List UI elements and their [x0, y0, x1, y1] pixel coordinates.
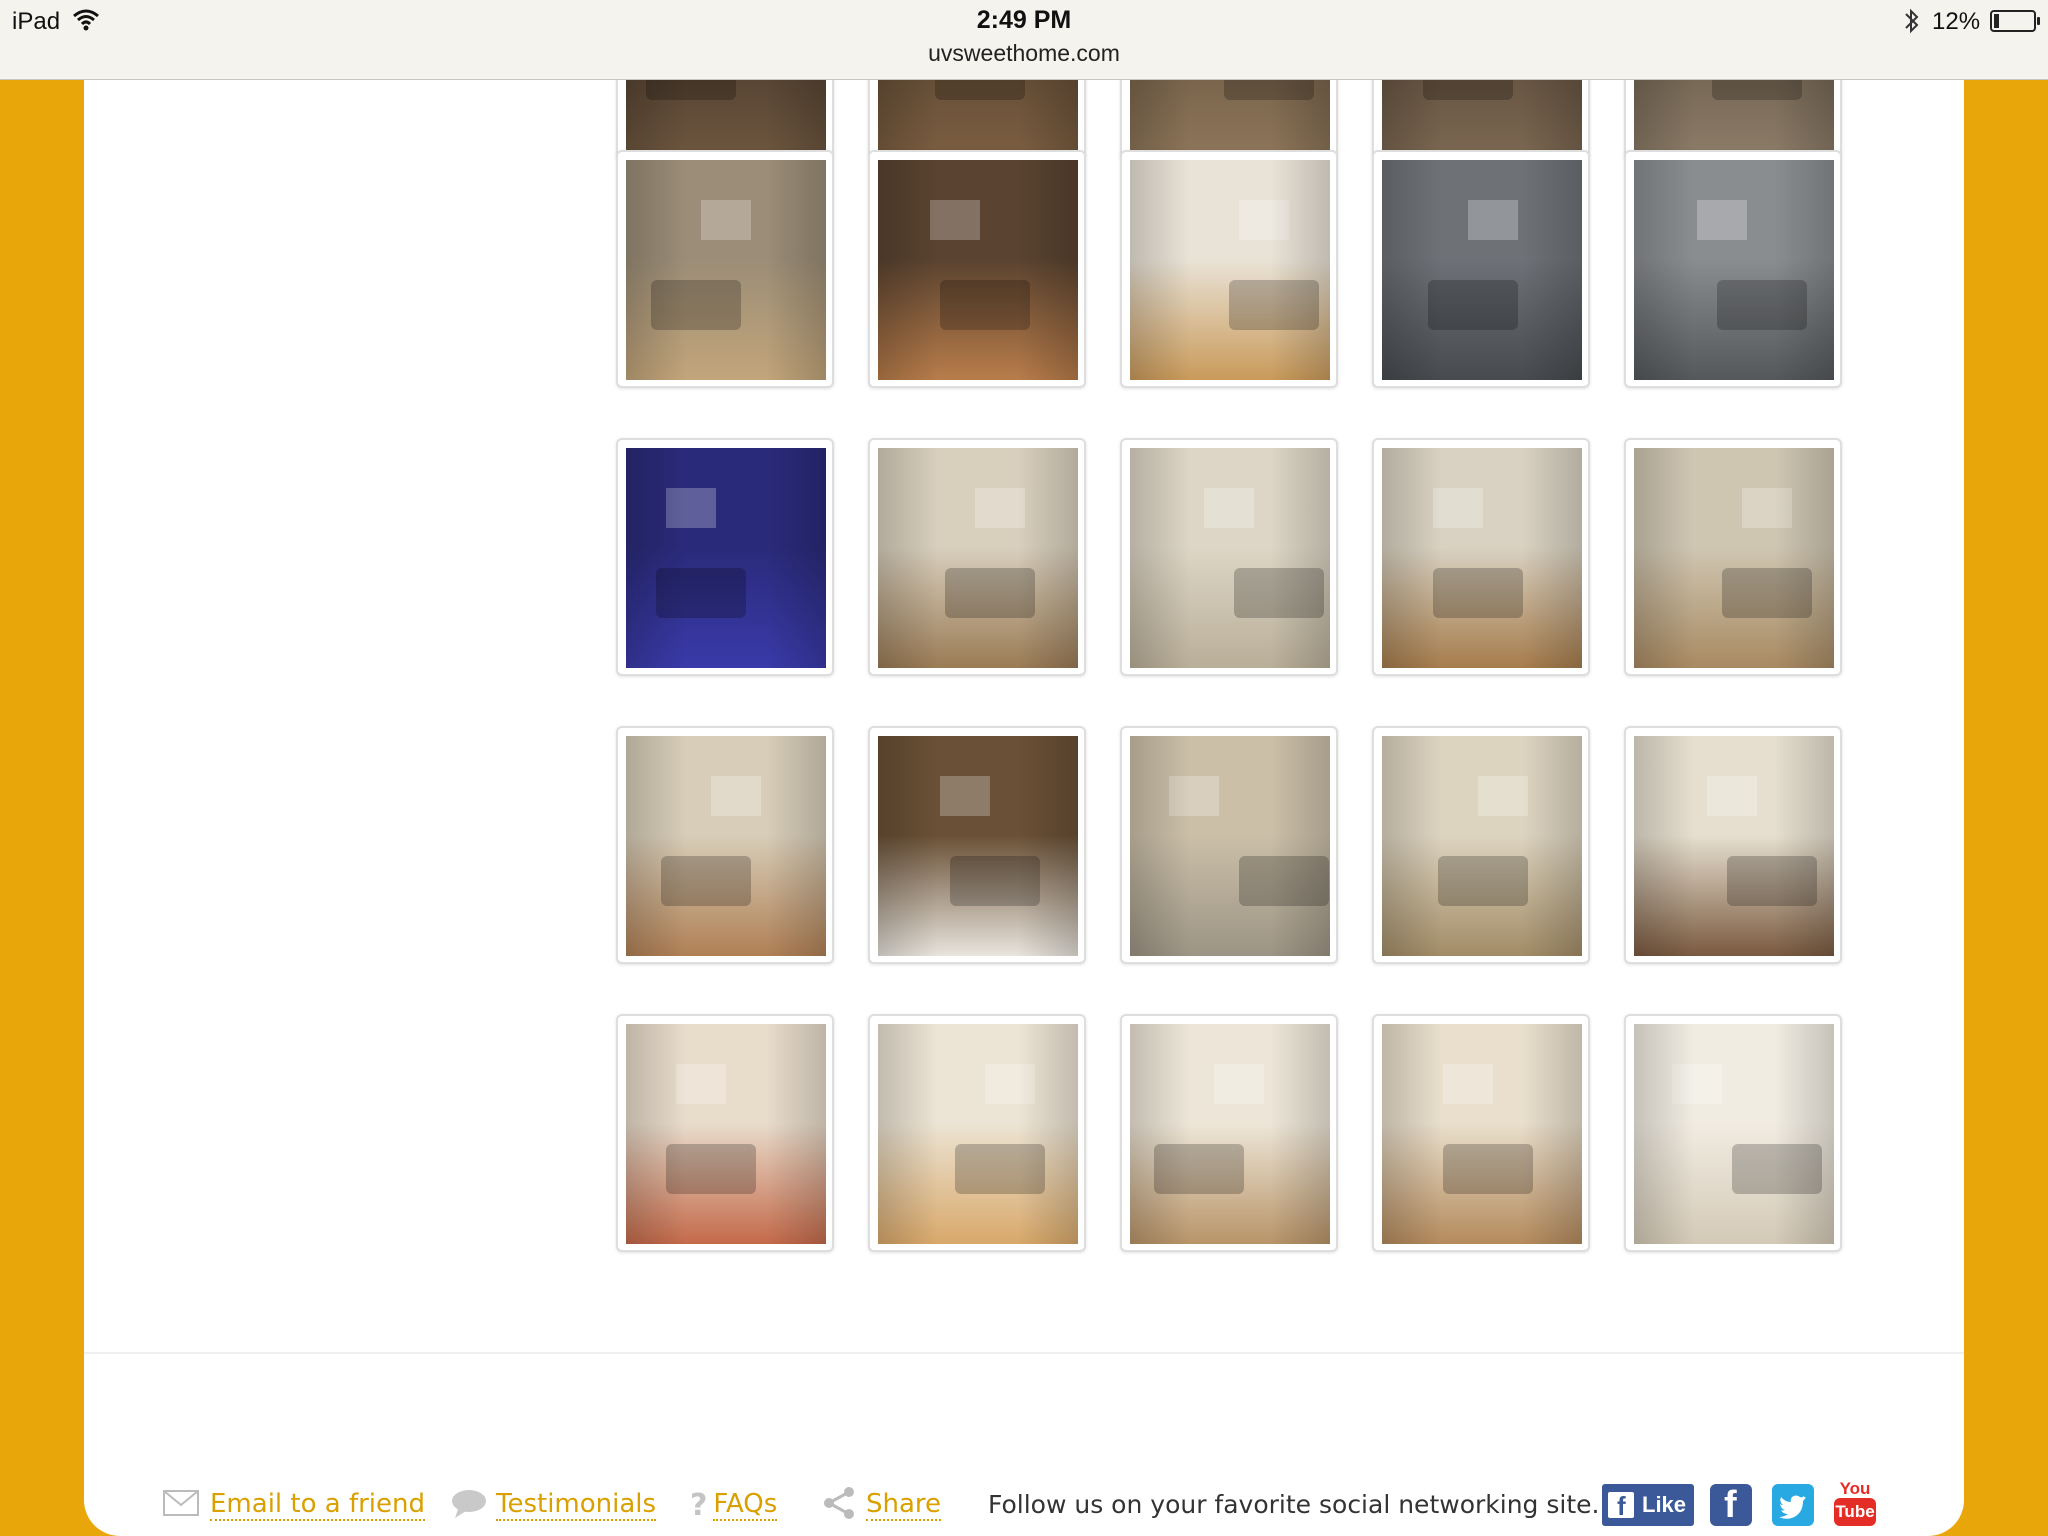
gallery-photo [1634, 736, 1834, 956]
gallery-thumbnail-bedroom-1[interactable] [1120, 1014, 1338, 1252]
gallery-thumbnail-bedroom-3[interactable] [1624, 1014, 1842, 1252]
gallery-photo [1382, 448, 1582, 668]
footer-bar: Email to a friend Testimonials ? FAQs Sh… [84, 1480, 1964, 1536]
facebook-like-button[interactable]: f Like [1602, 1484, 1694, 1526]
gallery-thumbnail-bathroom-1[interactable] [616, 1014, 834, 1252]
youtube-you-text: You [1839, 1479, 1871, 1498]
envelope-icon [162, 1488, 200, 1522]
gallery-thumbnail-apartment-living-room-4[interactable] [1624, 726, 1842, 964]
gallery-thumbnail-bathroom-2[interactable] [868, 1014, 1086, 1252]
speech-bubble-icon [450, 1487, 488, 1523]
gallery-thumbnail-theater-room[interactable] [868, 150, 1086, 388]
gallery-photo [626, 736, 826, 956]
gallery-photo [1382, 1024, 1582, 1244]
share-label: Share [866, 1489, 942, 1521]
gallery-thumbnail-apartment-living-room-3[interactable] [1372, 726, 1590, 964]
gallery-photo [1382, 160, 1582, 380]
gallery-thumbnail-fitness-center-2[interactable] [1624, 150, 1842, 388]
gallery-photo [878, 448, 1078, 668]
gallery-thumbnail-tanning-bed[interactable] [616, 438, 834, 676]
gallery-photo [626, 1024, 826, 1244]
gallery-thumbnail-apartment-kitchen-2[interactable] [616, 726, 834, 964]
gallery-photo [878, 1024, 1078, 1244]
footer-divider [84, 1352, 1964, 1354]
email-to-friend-label: Email to a friend [210, 1489, 426, 1521]
faqs-label: FAQs [713, 1489, 778, 1521]
like-label: Like [1642, 1492, 1687, 1517]
facebook-icon[interactable]: f [1710, 1484, 1752, 1526]
facebook-f-icon: f [1608, 1491, 1634, 1521]
faqs-link[interactable]: ? FAQs [690, 1480, 778, 1530]
gallery-thumbnail-apartment-living-kitchen-2[interactable] [1624, 438, 1842, 676]
share-icon [822, 1486, 856, 1524]
gallery-photo [1634, 1024, 1834, 1244]
gallery-photo [626, 448, 826, 668]
gallery-photo [878, 160, 1078, 380]
address-bar-url[interactable]: uvsweethome.com [0, 40, 2048, 67]
gallery-thumbnail-bedroom-2[interactable] [1372, 1014, 1590, 1252]
gallery-photo [1634, 160, 1834, 380]
question-mark-icon: ? [690, 1487, 708, 1523]
battery-percent: 12% [1932, 8, 1981, 35]
testimonials-link[interactable]: Testimonials [450, 1480, 657, 1530]
youtube-tube-text: Tube [1834, 1498, 1876, 1526]
clock: 2:49 PM [976, 6, 1072, 34]
gallery-thumbnail-lounge-fireplace[interactable] [616, 150, 834, 388]
gallery-thumbnail-stacked-washer-dryer[interactable] [868, 726, 1086, 964]
youtube-icon[interactable]: You Tube [1834, 1480, 1876, 1530]
gallery-photo [1634, 448, 1834, 668]
page-content: Email to a friend Testimonials ? FAQs Sh… [84, 0, 1964, 1536]
gallery-photo [1382, 736, 1582, 956]
gallery-thumbnail-apartment-living-room-2[interactable] [1120, 726, 1338, 964]
gallery-photo [1130, 160, 1330, 380]
gallery-photo [1130, 736, 1330, 956]
gallery-thumbnail-apartment-kitchen-1[interactable] [1372, 438, 1590, 676]
gallery-thumbnail-apartment-living-room-1[interactable] [1120, 438, 1338, 676]
gallery-photo [626, 160, 826, 380]
gallery-thumbnail-basketball-court[interactable] [1120, 150, 1338, 388]
photo-gallery [616, 0, 1936, 1280]
gallery-photo [878, 736, 1078, 956]
ios-status-bar: iPad 2:49 PM uvsweethome.com 12% [0, 0, 2048, 80]
gallery-photo [1130, 1024, 1330, 1244]
follow-us-text: Follow us on your favorite social networ… [988, 1490, 1600, 1519]
twitter-icon[interactable] [1772, 1484, 1814, 1526]
gallery-thumbnail-apartment-living-kitchen-1[interactable] [868, 438, 1086, 676]
bluetooth-icon [1902, 6, 1922, 40]
battery-icon [1990, 10, 2040, 32]
gallery-thumbnail-fitness-center-1[interactable] [1372, 150, 1590, 388]
email-to-friend-link[interactable]: Email to a friend [162, 1480, 426, 1530]
gallery-photo [1130, 448, 1330, 668]
testimonials-label: Testimonials [496, 1489, 657, 1521]
share-link[interactable]: Share [822, 1480, 942, 1530]
